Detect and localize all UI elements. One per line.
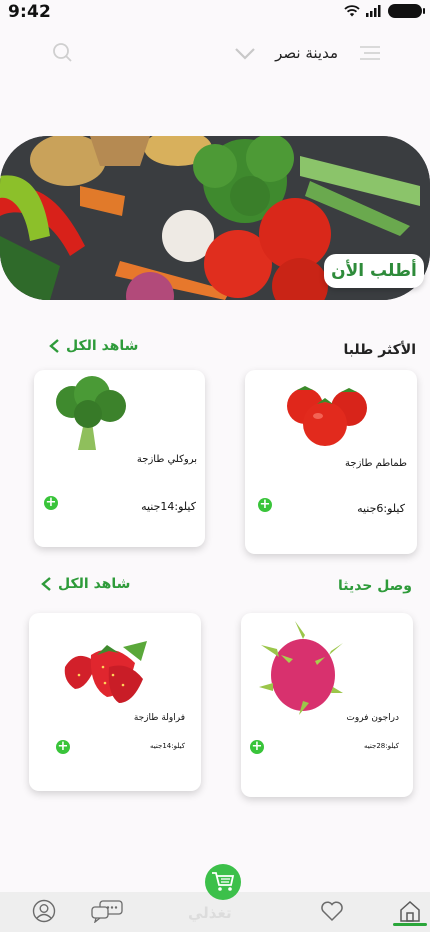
product-name: طماطم طازجة xyxy=(345,458,407,469)
see-all-label: شاهد الكل xyxy=(66,338,139,354)
product-price: كيلو:14جنيه xyxy=(141,500,196,513)
nav-home[interactable] xyxy=(397,898,423,924)
nav-chat[interactable] xyxy=(90,898,124,924)
profile-icon xyxy=(32,899,56,923)
product-name: دراجون فروت xyxy=(346,713,399,723)
add-to-cart-button[interactable]: + xyxy=(258,498,272,512)
search-icon xyxy=(53,43,72,62)
status-icons xyxy=(344,4,425,18)
product-price: كيلو:14جنيه xyxy=(150,742,185,750)
heart-icon xyxy=(321,901,343,922)
menu-icon[interactable] xyxy=(358,44,382,62)
order-now-button[interactable]: أطلب الأن xyxy=(324,254,424,288)
strawberries-image xyxy=(64,641,147,703)
add-to-cart-button[interactable]: + xyxy=(44,496,58,510)
chevron-left-icon xyxy=(49,339,59,353)
city-selector[interactable]: مدينة نصر xyxy=(275,44,338,62)
product-price: كيلو:6جنيه xyxy=(357,502,405,515)
nav-profile[interactable] xyxy=(31,898,57,924)
chevron-down-icon[interactable] xyxy=(233,44,257,64)
broccoli-image xyxy=(56,376,126,450)
signal-icon xyxy=(366,5,381,17)
product-name: بروكلي طازجة xyxy=(136,454,197,465)
product-price: كيلو:28جنيه xyxy=(364,742,399,750)
status-time: 9:42 xyxy=(8,2,52,22)
add-to-cart-button[interactable]: + xyxy=(250,740,264,754)
cart-icon xyxy=(212,872,235,891)
battery-icon xyxy=(388,4,425,18)
product-card-strawberry[interactable]: فراولة طازجة كيلو:14جنيه + xyxy=(29,613,201,791)
chevron-left-icon xyxy=(41,577,51,591)
new-arrivals-title: وصل حديثا xyxy=(337,578,412,594)
wifi-icon xyxy=(344,5,360,17)
most-ordered-see-all[interactable]: شاهد الكل xyxy=(48,338,138,354)
cart-button[interactable] xyxy=(205,864,241,900)
product-card-dragon-fruit[interactable]: دراجون فروت كيلو:28جنيه + xyxy=(241,613,413,797)
tomatoes-image xyxy=(287,386,367,446)
new-arrivals-see-all[interactable]: شاهد الكل xyxy=(40,576,130,592)
search-button[interactable] xyxy=(48,40,74,66)
chat-icon xyxy=(91,900,123,923)
home-icon xyxy=(400,900,420,922)
active-tab-indicator xyxy=(393,923,427,926)
product-card-broccoli[interactable]: بروكلي طازجة كيلو:14جنيه + xyxy=(34,370,205,547)
product-card-tomatoes[interactable]: طماطم طازجة كيلو:6جنيه + xyxy=(245,370,417,554)
dragon-fruit-image xyxy=(259,621,343,715)
nav-favorites[interactable] xyxy=(319,898,345,924)
add-to-cart-button[interactable]: + xyxy=(56,740,70,754)
brand-logo: تغذلي xyxy=(188,904,232,922)
see-all-label: شاهد الكل xyxy=(58,576,131,592)
most-ordered-title: الأكثر طلبا xyxy=(343,342,416,358)
product-name: فراولة طازجة xyxy=(133,713,185,723)
